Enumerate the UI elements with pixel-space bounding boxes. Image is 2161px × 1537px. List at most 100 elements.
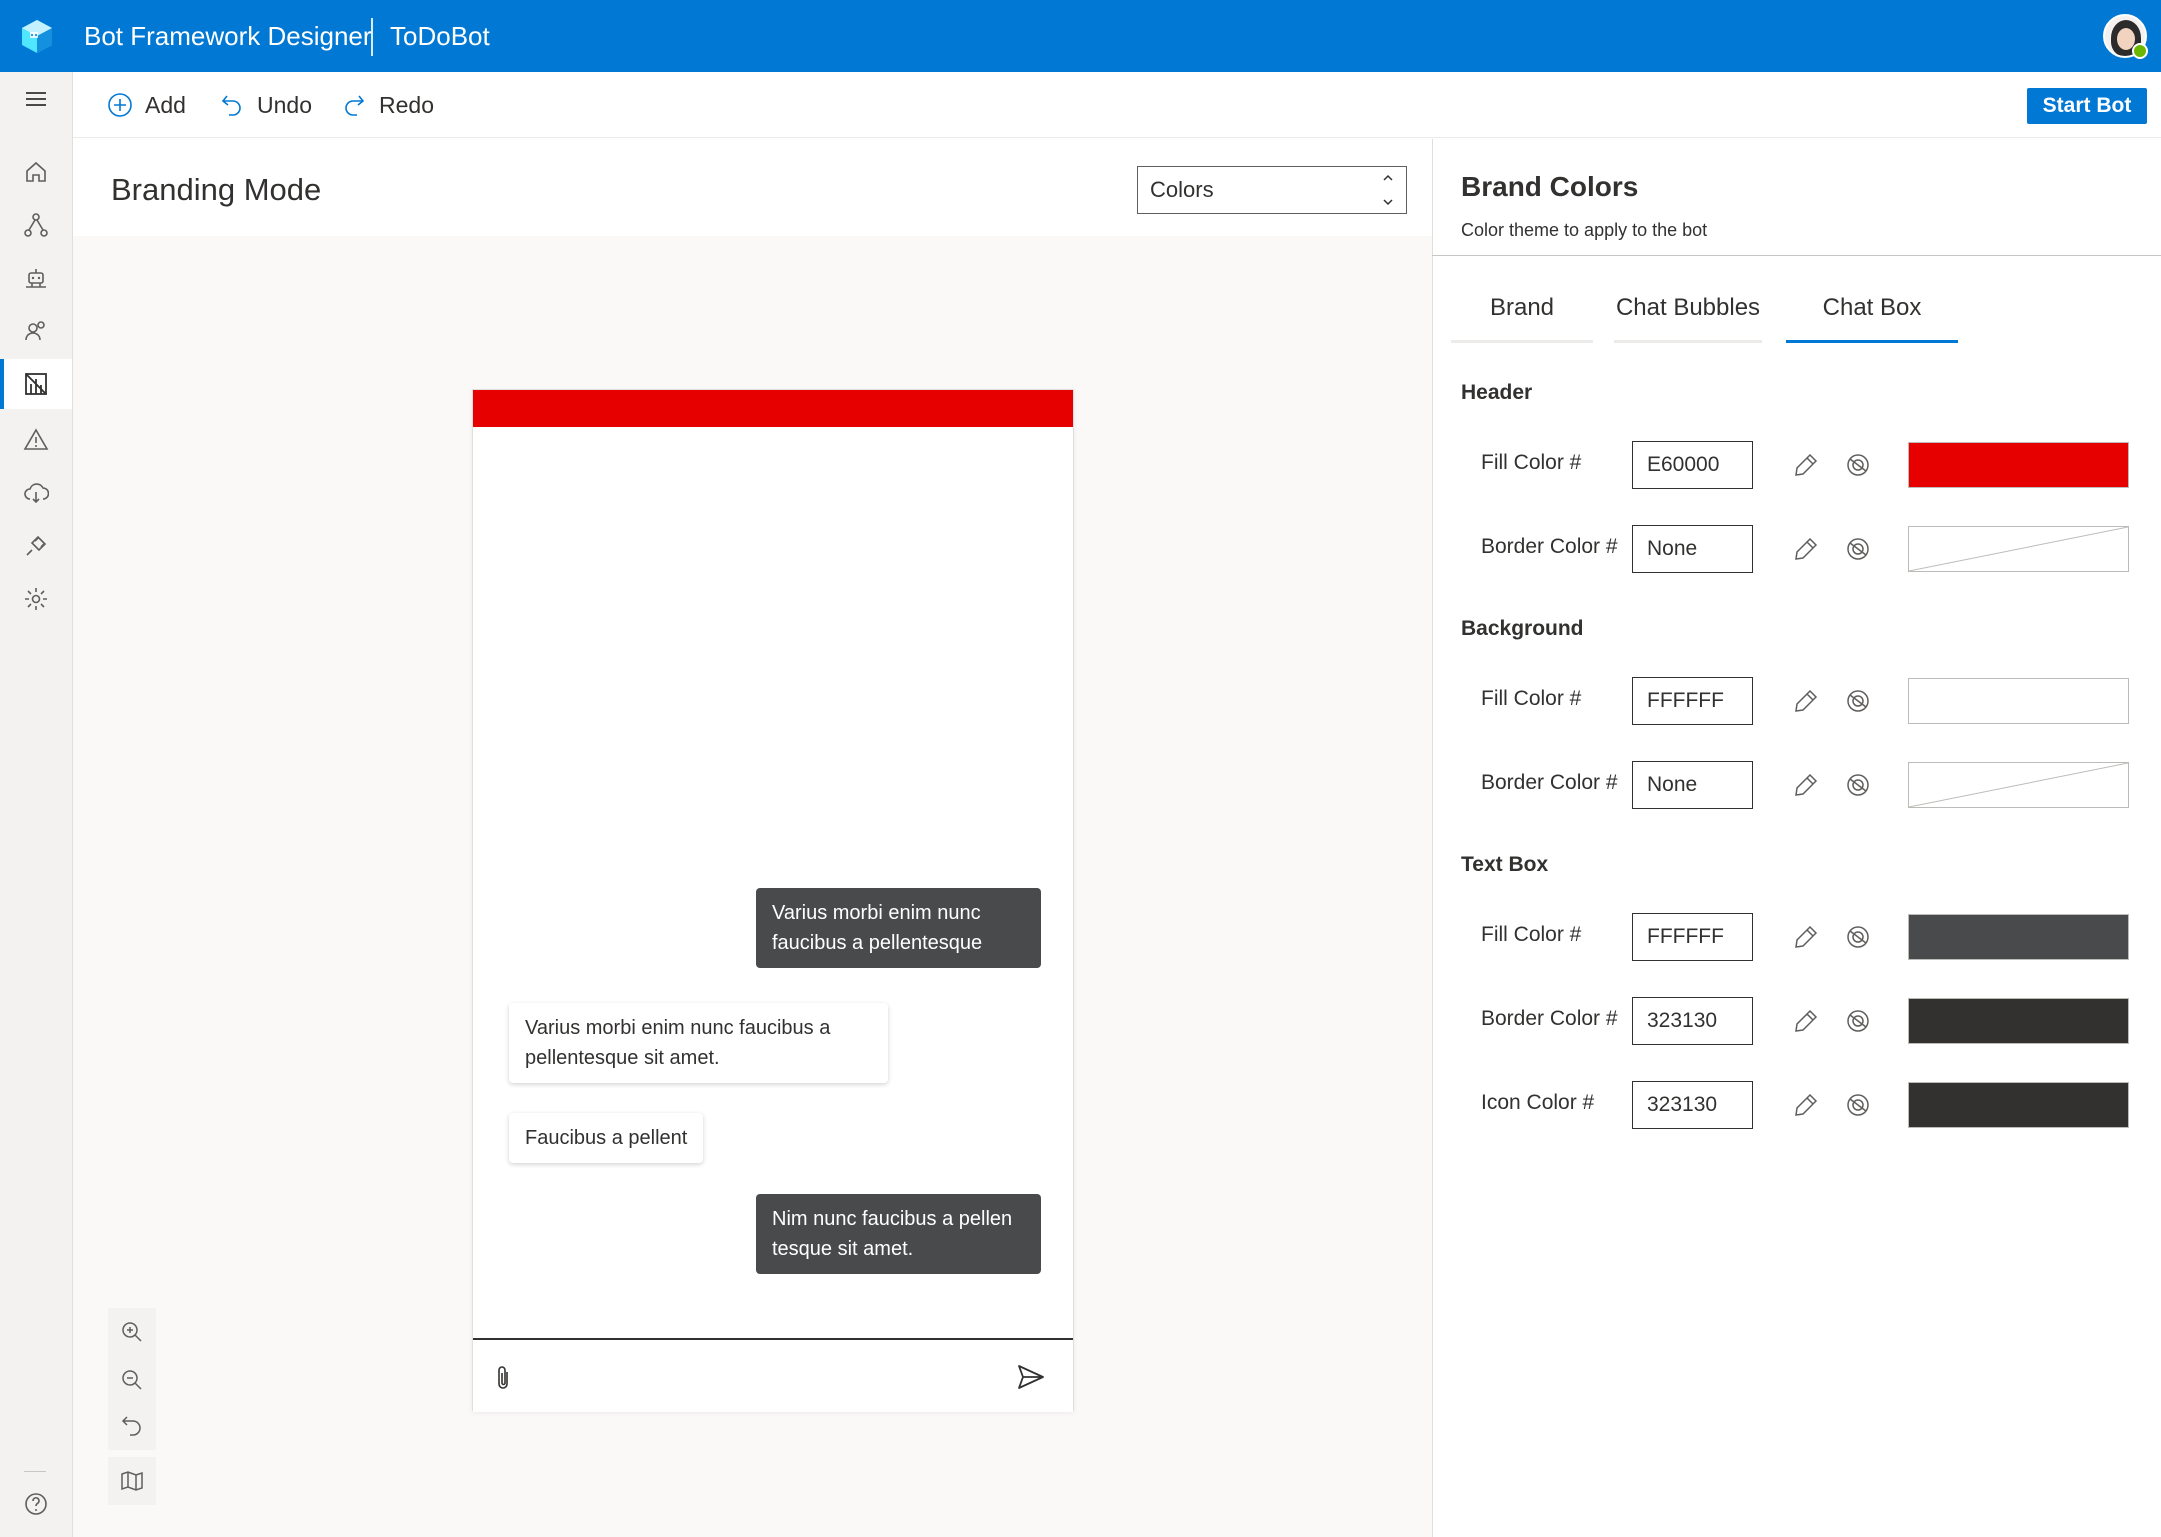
flow-icon [24, 213, 48, 237]
eyedropper-icon [1795, 453, 1818, 476]
zoom-out-button[interactable] [108, 1356, 156, 1404]
undo-label: Undo [257, 91, 312, 118]
nav-users[interactable] [0, 306, 72, 356]
panel-title: Brand Colors [1461, 171, 1639, 202]
presence-indicator [2132, 43, 2148, 59]
chevron-up-icon[interactable] [1381, 171, 1395, 185]
chevron-down-icon[interactable] [1381, 195, 1395, 209]
tab-underline [1451, 340, 1593, 343]
color-palette-button[interactable] [1843, 922, 1873, 952]
cloud-publish-icon [24, 483, 49, 504]
nav-bot[interactable] [0, 253, 72, 303]
text-box-icon-swatch[interactable] [1908, 1082, 2129, 1128]
add-button[interactable]: Add [107, 88, 186, 122]
row-label: Fill Color # [1481, 687, 1582, 710]
text-box-fill-color-input[interactable]: FFFFFF [1632, 913, 1753, 961]
nav-connections[interactable] [0, 521, 72, 571]
chat-preview: Varius morbi enim nunc faucibus a pellen… [472, 389, 1074, 1412]
no-color-slash [1908, 762, 2129, 808]
mode-select[interactable]: Colors [1137, 166, 1407, 214]
app-header: Bot Framework Designer ToDoBot [0, 0, 2161, 72]
nav-branding[interactable] [0, 359, 72, 409]
nav-divider [24, 1471, 46, 1472]
home-icon [26, 161, 46, 182]
eyedropper-button[interactable] [1791, 922, 1821, 952]
color-palette-button[interactable] [1843, 1090, 1873, 1120]
text-box-border-swatch[interactable] [1908, 998, 2129, 1044]
row-label: Border Color # [1481, 535, 1618, 558]
redo-icon [345, 95, 365, 116]
warning-icon [23, 428, 49, 450]
background-fill-color-input[interactable]: FFFFFF [1632, 677, 1753, 725]
start-bot-button[interactable]: Start Bot [2027, 88, 2147, 124]
eyedropper-button[interactable] [1791, 686, 1821, 716]
row-label: Fill Color # [1481, 923, 1582, 946]
zoom-controls [108, 1308, 156, 1450]
hamburger-icon [26, 92, 46, 106]
send-icon[interactable] [1016, 1362, 1046, 1392]
eyedropper-button[interactable] [1791, 534, 1821, 564]
text-box-border-color-input[interactable]: 323130 [1632, 997, 1753, 1045]
tab-chat-bubbles[interactable]: Chat Bubbles [1614, 290, 1762, 342]
eyedropper-button[interactable] [1791, 1090, 1821, 1120]
header-border-color-input[interactable]: None [1632, 525, 1753, 573]
zoom-out-icon [122, 1370, 142, 1390]
attachment-icon[interactable] [493, 1364, 515, 1392]
text-box-fill-swatch[interactable] [1908, 914, 2129, 960]
minimap-button[interactable] [108, 1457, 156, 1505]
eyedropper-icon [1795, 773, 1818, 796]
color-palette-icon [1847, 774, 1869, 796]
project-name[interactable]: ToDoBot [390, 20, 490, 52]
background-border-swatch[interactable] [1908, 762, 2129, 808]
color-palette-icon [1847, 454, 1869, 476]
mode-select-spinner[interactable] [1378, 171, 1398, 209]
header-fill-color-input[interactable]: E60000 [1632, 441, 1753, 489]
nav-flow[interactable] [0, 200, 72, 250]
color-palette-button[interactable] [1843, 686, 1873, 716]
eyedropper-button[interactable] [1791, 1006, 1821, 1036]
eyedropper-icon [1795, 537, 1818, 560]
row-label: Border Color # [1481, 771, 1618, 794]
nav-help[interactable] [0, 1479, 72, 1529]
undo-button[interactable]: Undo [219, 88, 312, 122]
eyedropper-button[interactable] [1791, 450, 1821, 480]
text-box-icon-color-input[interactable]: 323130 [1632, 1081, 1753, 1129]
section-header-label: Header [1461, 381, 1533, 404]
title-divider [371, 18, 373, 56]
header-fill-swatch[interactable] [1908, 442, 2129, 488]
color-palette-button[interactable] [1843, 1006, 1873, 1036]
nav-settings[interactable] [0, 574, 72, 624]
nav-publish[interactable] [0, 468, 72, 518]
panel-divider [1432, 255, 2161, 256]
chat-text-box[interactable] [473, 1338, 1073, 1412]
chat-message-user: Varius morbi enim nunc faucibus a pellen… [756, 888, 1041, 968]
reset-zoom-button[interactable] [108, 1402, 156, 1450]
color-palette-button[interactable] [1843, 534, 1873, 564]
brand-colors-panel [1432, 139, 2161, 1537]
map-icon [121, 1471, 143, 1491]
row-label: Fill Color # [1481, 451, 1582, 474]
no-color-slash [1908, 526, 2129, 572]
tab-chat-box[interactable]: Chat Box [1786, 290, 1958, 342]
chat-header-bar [473, 390, 1073, 427]
row-label: Border Color # [1481, 1007, 1618, 1030]
zoom-in-button[interactable] [108, 1308, 156, 1356]
add-icon [108, 93, 132, 117]
color-palette-button[interactable] [1843, 450, 1873, 480]
redo-button[interactable]: Redo [341, 88, 434, 122]
gear-icon [25, 588, 47, 610]
tab-underline-active [1786, 340, 1958, 343]
branding-icon [25, 373, 47, 395]
nav-home[interactable] [0, 147, 72, 197]
eyedropper-button[interactable] [1791, 770, 1821, 800]
color-palette-icon [1847, 538, 1869, 560]
panel-subtitle: Color theme to apply to the bot [1461, 220, 1708, 240]
background-border-color-input[interactable]: None [1632, 761, 1753, 809]
background-fill-swatch[interactable] [1908, 678, 2129, 724]
eyedropper-icon [1795, 1093, 1818, 1116]
tab-brand[interactable]: Brand [1451, 290, 1593, 342]
color-palette-button[interactable] [1843, 770, 1873, 800]
menu-button[interactable] [0, 74, 72, 124]
nav-diagnostics[interactable] [0, 415, 72, 465]
header-border-swatch[interactable] [1908, 526, 2129, 572]
